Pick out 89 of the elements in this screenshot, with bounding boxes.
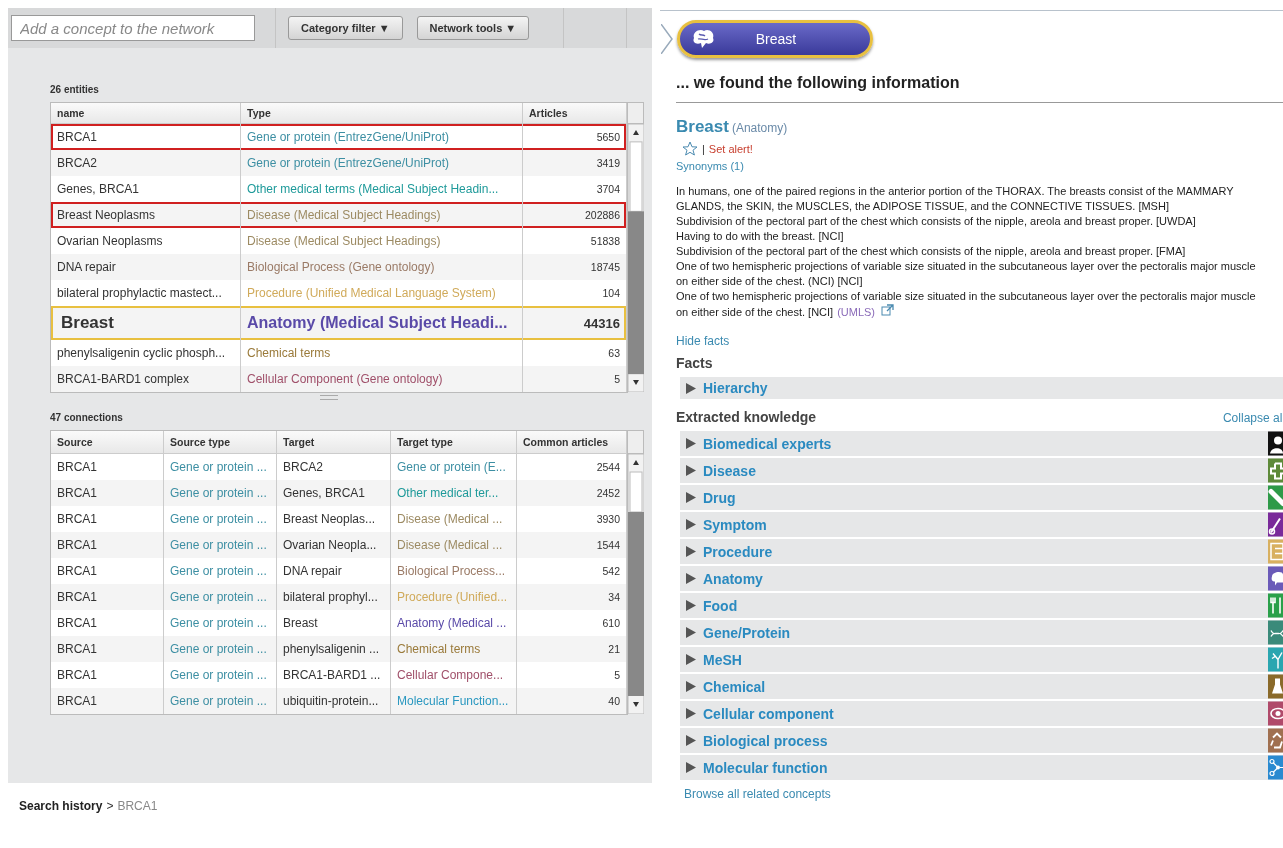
- chevron-icon: [661, 24, 673, 54]
- definition-text: Subdivision of the pectoral part of the chest which consists of the nipple, areola and breast proper. [FMA]: [676, 244, 1187, 259]
- table-row[interactable]: DNA repair Biological Process (Gene ontology) 18745: [51, 254, 627, 280]
- definition-text: One of two hemispheric projections of variable size situated in the subcutaneous layer over the pectoralis major muscle on either side of the chest. [NCI] (UMLS): [676, 289, 1257, 320]
- table-cell: BRCA1: [51, 124, 241, 150]
- column-header[interactable]: name: [51, 103, 241, 124]
- table-cell: Gene or protein ...: [164, 584, 277, 610]
- table-cell: 3419: [523, 150, 627, 176]
- table-cell: Biological Process (Gene ontology): [241, 254, 523, 280]
- hide-facts-link[interactable]: Hide facts: [676, 334, 730, 348]
- browse-link[interactable]: Browse all related concepts: [684, 787, 831, 801]
- concept-category: (Anatomy): [731, 121, 788, 135]
- table-cell: Chemical terms: [391, 636, 517, 662]
- breadcrumb-separator: >: [106, 799, 114, 813]
- scrollbar[interactable]: [628, 454, 644, 714]
- table-cell: 2452: [517, 480, 627, 506]
- synonyms-link[interactable]: Synonyms (1): [676, 160, 744, 172]
- table-cell: 40: [517, 688, 627, 714]
- table-cell: BRCA1: [51, 584, 164, 610]
- section-heading: ... we found the following information: [676, 74, 1283, 103]
- source-link[interactable]: (UMLS): [837, 306, 876, 318]
- definition-text: In humans, one of the paired regions in the anterior portion of the THORAX. The breasts consist of the MAMMARY GLANDS, the SKIN, the MUSCLES, the ADIPOSE TISSUE, and the CONNECTIVE TISSUES. [MSH]: [676, 184, 1235, 214]
- table-cell: 5: [523, 366, 627, 392]
- table-cell: BRCA1: [51, 688, 164, 714]
- column-header[interactable]: Source type: [164, 431, 277, 454]
- table-cell: BRCA1: [51, 480, 164, 506]
- concept-button[interactable]: Breast: [677, 20, 873, 58]
- history-link[interactable]: BRCA1: [117, 799, 158, 813]
- column-header[interactable]: Target: [277, 431, 391, 454]
- table-cell: 202886: [523, 202, 627, 228]
- table-cell: BRCA1: [51, 532, 164, 558]
- table-cell: 44316: [523, 306, 627, 340]
- column-header[interactable]: Target type: [391, 431, 517, 454]
- table-row[interactable]: Breast Neoplasms Disease (Medical Subject Headings) 202886: [51, 202, 627, 228]
- facts-heading: Facts: [676, 355, 714, 371]
- table-cell: Anatomy (Medical Subject Headi...: [241, 306, 523, 340]
- column-header[interactable]: Source: [51, 431, 164, 454]
- definition-text: Subdivision of the pectoral part of the chest which consists of the nipple, areola and breast proper. [UWDA]: [676, 214, 1197, 229]
- knowledge-heading: Extracted knowledge: [676, 409, 817, 425]
- set-alert-link[interactable]: Set alert!: [708, 142, 753, 155]
- table-cell: bilateral prophyl...: [277, 584, 391, 610]
- concept-search-field[interactable]: Add a concept to the network: [11, 15, 255, 41]
- external-link-icon[interactable]: [881, 304, 895, 316]
- star-icon[interactable]: [682, 141, 698, 156]
- table-cell: Genes, BRCA1: [277, 480, 391, 506]
- table-row[interactable]: Breast Anatomy (Medical Subject Headi... 44316: [51, 306, 627, 340]
- definition-text: Having to do with the breast. [NCI]: [676, 229, 845, 244]
- table-cell: Gene or protein (EntrezGene/UniProt): [241, 150, 523, 176]
- scrollbar[interactable]: [628, 124, 644, 392]
- table-cell: Molecular Function...: [391, 688, 517, 714]
- table-cell: BRCA2: [51, 150, 241, 176]
- table-cell: BRCA1: [51, 636, 164, 662]
- separator: |: [702, 142, 705, 155]
- table-cell: Gene or protein ...: [164, 636, 277, 662]
- table-cell: Procedure (Unified...: [391, 584, 517, 610]
- resize-handle[interactable]: [320, 395, 338, 400]
- table-cell: Breast: [51, 306, 241, 340]
- entities-count: 26 entities: [50, 84, 100, 95]
- definition-text: One of two hemispheric projections of variable size situated in the subcutaneous layer over the pectoralis major muscle on either side of the chest. (NCI) [NCI]: [676, 259, 1257, 289]
- table-cell: phenylsaligenin ...: [277, 636, 391, 662]
- table-row[interactable]: BRCA1-BARD1 complex Cellular Component (Gene ontology) 5: [51, 366, 627, 392]
- table-cell: 5650: [523, 124, 627, 150]
- connections-count: 47 connections: [50, 412, 124, 423]
- table-cell: 18745: [523, 254, 627, 280]
- table-cell: 34: [517, 584, 627, 610]
- table-cell: DNA repair: [51, 254, 241, 280]
- table-cell: Disease (Medical ...: [391, 532, 517, 558]
- column-header[interactable]: Type: [241, 103, 523, 124]
- table-cell: Gene or protein ...: [164, 688, 277, 714]
- table-cell: BRCA1-BARD1 complex: [51, 366, 241, 392]
- table-cell: Cellular Component (Gene ontology): [241, 366, 523, 392]
- table-cell: Gene or protein ...: [164, 532, 277, 558]
- concept-name: Breast: [676, 117, 729, 136]
- table-cell: Breast Neoplasms: [51, 202, 241, 228]
- column-header[interactable]: Articles: [523, 103, 627, 124]
- table-cell: Other medical ter...: [391, 480, 517, 506]
- dropdown-button[interactable]: Category filter ▼: [288, 16, 403, 40]
- dropdown-button[interactable]: Network tools ▼: [416, 16, 530, 40]
- table-cell: Disease (Medical Subject Headings): [241, 202, 523, 228]
- table-cell: Gene or protein ...: [164, 480, 277, 506]
- table-cell: Gene or protein (EntrezGene/UniProt): [241, 124, 523, 150]
- table-cell: Ovarian Neopla...: [277, 532, 391, 558]
- table-cell: ubiquitin-protein...: [277, 688, 391, 714]
- table-row[interactable]: BRCA2 Gene or protein (EntrezGene/UniProt) 3419: [51, 150, 627, 176]
- table-cell: 21: [517, 636, 627, 662]
- table-cell: 1544: [517, 532, 627, 558]
- table-row[interactable]: BRCA1 Gene or protein (EntrezGene/UniProt) 5650: [51, 124, 627, 150]
- column-header[interactable]: Common articles: [517, 431, 627, 454]
- search-history-label: Search history: [19, 799, 103, 813]
